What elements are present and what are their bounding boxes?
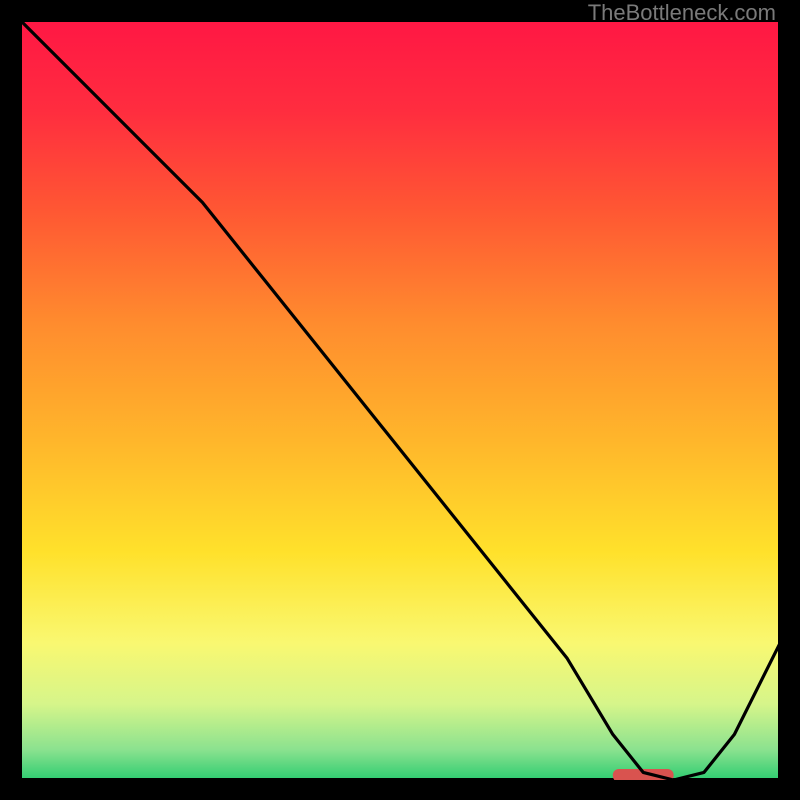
chart-plot [20,20,780,780]
chart-frame [20,20,780,780]
watermark-text: TheBottleneck.com [588,0,776,26]
